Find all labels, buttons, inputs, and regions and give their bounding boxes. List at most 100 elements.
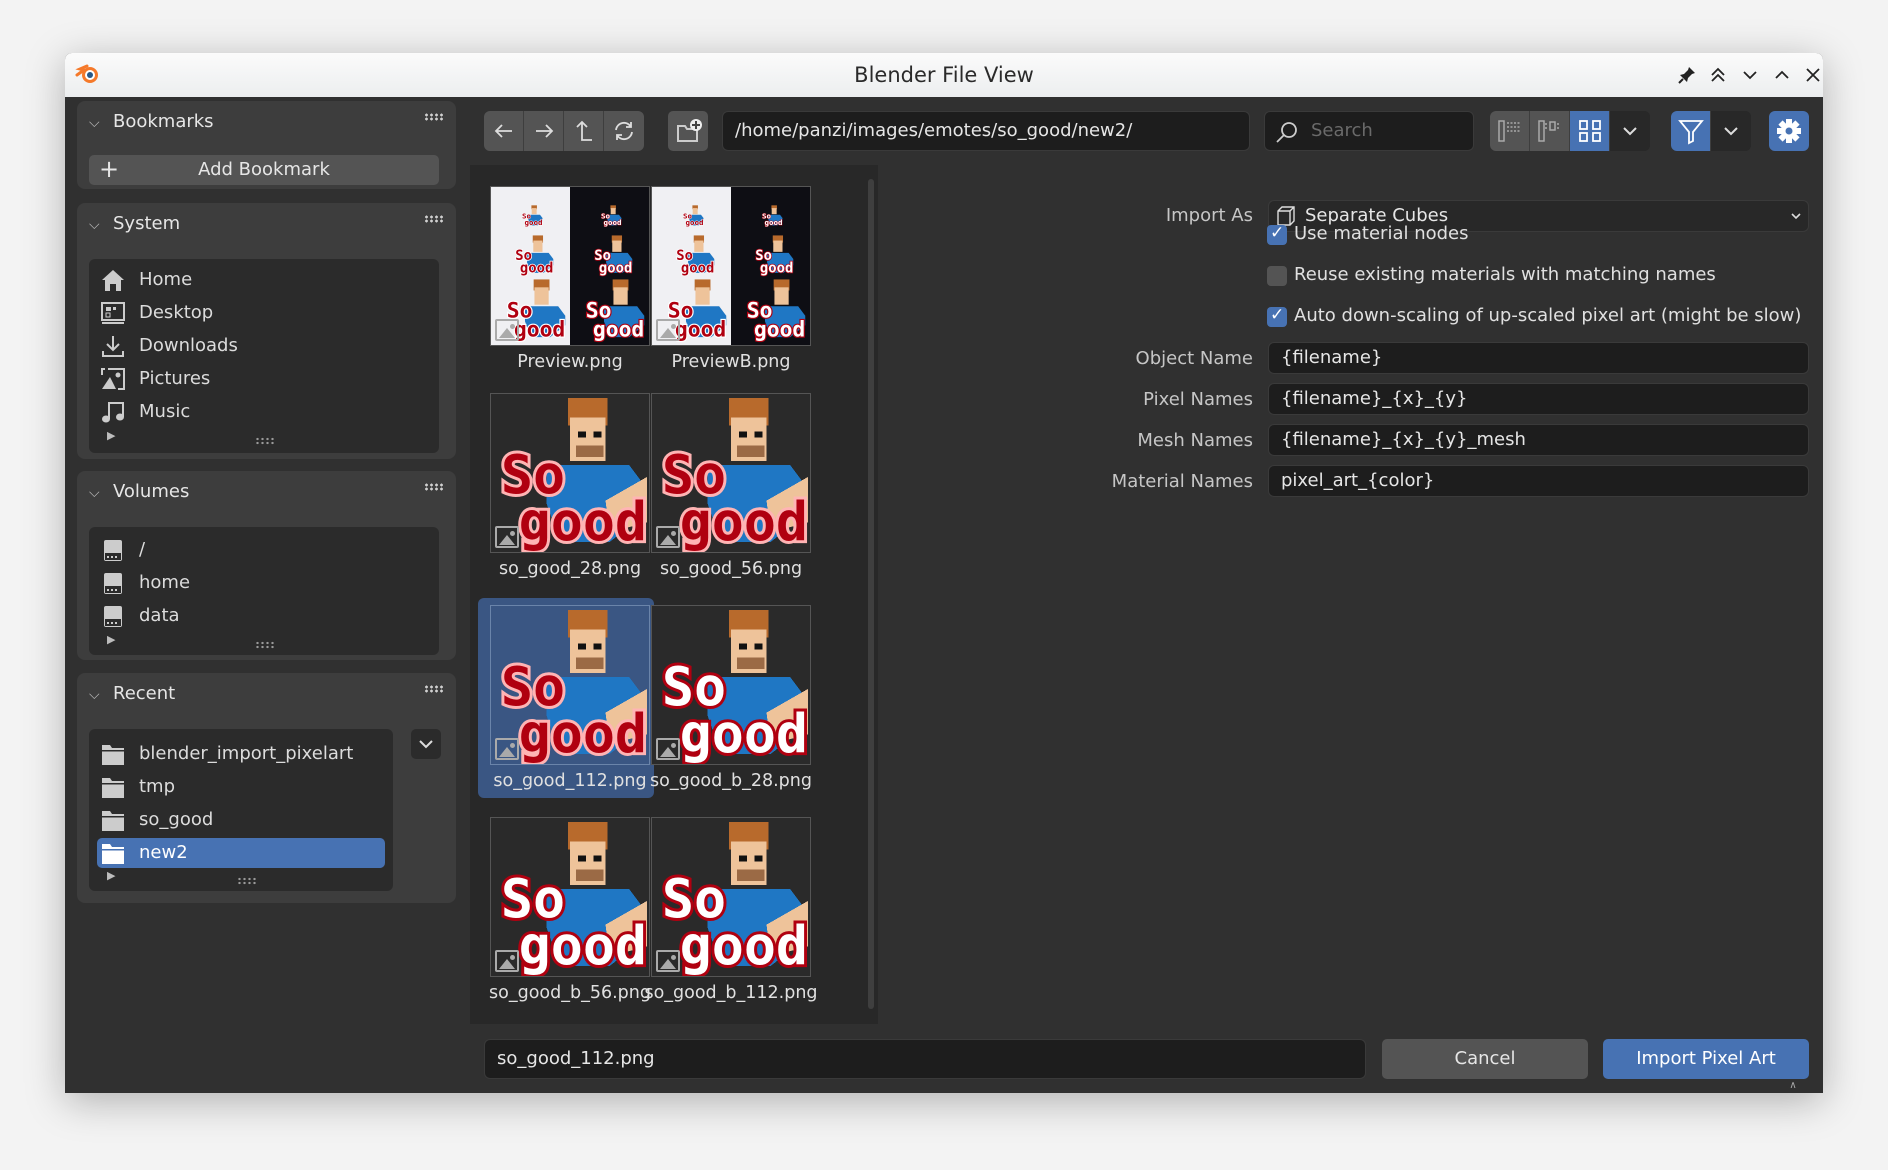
home-icon [102,270,124,291]
chevron-down-icon [1791,213,1801,220]
horizontal-list-button[interactable] [1530,111,1570,151]
use-material-nodes-label: Use material nodes [1294,223,1469,244]
expand-list-icon[interactable]: ▶ [107,633,115,646]
filter-toggle-button[interactable] [1671,111,1711,151]
expand-list-icon[interactable]: ▶ [107,869,115,882]
file-list-scrollbar[interactable] [868,179,874,1009]
file-thumbnail[interactable]: So good [651,605,811,765]
mesh-names-input[interactable]: {filename}_{x}_{y}_mesh [1268,424,1809,456]
display-settings-dropdown[interactable] [1610,111,1650,151]
search-placeholder: Search [1311,120,1373,141]
system-item-home[interactable]: Home [97,265,431,295]
file-thumbnail[interactable]: So good [490,605,650,765]
system-list: Home Desktop Downloads Pictures Music ▶ [89,259,439,453]
file-thumbnail[interactable]: So good So good So good So good So good So good [490,186,650,346]
thumbnails-button[interactable] [1570,111,1610,151]
pixel-names-input[interactable]: {filename}_{x}_{y} [1268,383,1809,415]
recent-menu-button[interactable] [411,729,441,759]
file-name-label[interactable]: so_good_b_112.png [636,983,826,1003]
system-item-pictures[interactable]: Pictures [97,364,431,394]
file-name-label[interactable]: PreviewB.png [636,352,826,372]
file-name-label[interactable]: so_good_56.png [636,559,826,579]
filename-input[interactable]: so_good_112.png [484,1039,1366,1079]
import-pixel-art-button[interactable]: Import Pixel Art [1603,1039,1809,1079]
bookmarks-title: Bookmarks [113,111,214,132]
system-item-music[interactable]: Music [97,397,431,427]
recent-item-active[interactable]: new2 [97,838,385,868]
drag-grip-icon[interactable] [424,113,444,121]
refresh-button[interactable] [604,111,644,151]
volumes-title: Volumes [113,481,190,502]
auto-downscale-label: Auto down-scaling of up-scaled pixel art… [1294,305,1802,326]
settings-button[interactable] [1769,111,1809,151]
back-button[interactable] [484,111,524,151]
volume-item[interactable]: data [97,601,431,631]
region-expand-icon[interactable]: ∧ [1785,1080,1801,1092]
recent-item-label: new2 [139,842,188,863]
recent-item-label: tmp [139,776,176,797]
filter-icon [1677,120,1704,145]
import-as-label: Import As [1165,205,1253,226]
recent-item[interactable]: tmp [97,772,385,802]
system-item-label: Desktop [139,302,214,323]
volume-item[interactable]: / [97,535,431,565]
forward-button[interactable] [524,111,564,151]
filter-settings-dropdown[interactable] [1711,111,1751,151]
svg-text:good: good [764,218,782,227]
close-icon[interactable] [1801,63,1823,87]
chevron-down-icon: ⌵ [89,485,100,501]
new-folder-button[interactable] [668,111,708,151]
disk-icon [104,606,122,627]
volumes-header[interactable]: ⌵ Volumes [89,481,189,502]
recent-header[interactable]: ⌵ Recent [89,683,175,704]
drag-grip-icon[interactable] [424,215,444,223]
svg-text:good: good [593,317,644,342]
download-icon [102,336,124,357]
volume-item[interactable]: home [97,568,431,598]
object-name-input[interactable]: {filename} [1268,342,1809,374]
auto-downscale-checkbox[interactable] [1267,305,1287,327]
reuse-materials-checkbox[interactable] [1267,266,1287,286]
file-thumbnail[interactable]: So good So good So good So good So good So good [651,186,811,346]
svg-text:good: good [520,260,553,276]
keep-above-icon[interactable] [1706,63,1730,87]
recent-list: blender_import_pixelart tmp so_good new2… [89,729,393,891]
music-icon [102,402,124,423]
system-item-desktop[interactable]: Desktop [97,298,431,328]
resize-grip-icon[interactable] [237,877,257,885]
svg-text:good: good [754,317,805,342]
recent-item[interactable]: so_good [97,805,385,835]
recent-item[interactable]: blender_import_pixelart [97,739,385,769]
drag-grip-icon[interactable] [424,685,444,693]
list-horizontal-icon [1537,120,1559,142]
cancel-button[interactable]: Cancel [1382,1039,1588,1079]
reuse-materials-label: Reuse existing materials with matching n… [1294,264,1716,285]
search-input[interactable]: Search [1264,111,1474,151]
file-thumbnail[interactable]: So good [651,393,811,553]
chevron-down-icon: ⌵ [89,217,100,233]
bookmarks-header[interactable]: ⌵ Bookmarks [89,111,214,132]
add-bookmark-button[interactable]: + Add Bookmark [89,155,439,185]
maximize-icon[interactable] [1770,63,1794,87]
file-name-label[interactable]: so_good_b_28.png [636,771,826,791]
image-file-icon [495,526,519,548]
drag-grip-icon[interactable] [424,483,444,491]
vertical-list-button[interactable] [1490,111,1530,151]
resize-grip-icon[interactable] [255,437,275,445]
pin-icon[interactable] [1675,63,1699,87]
file-thumbnail[interactable]: So good [490,817,650,977]
use-material-nodes-checkbox[interactable] [1267,223,1287,245]
file-thumbnail[interactable]: So good [651,817,811,977]
parent-directory-button[interactable] [564,111,604,151]
refresh-icon [615,121,633,141]
system-item-downloads[interactable]: Downloads [97,331,431,361]
material-names-input[interactable]: pixel_art_{color} [1268,465,1809,497]
resize-grip-icon[interactable] [255,641,275,649]
expand-list-icon[interactable]: ▶ [107,429,115,442]
new-folder-icon [677,119,702,142]
file-thumbnail[interactable]: So good [490,393,650,553]
svg-text:good: good [675,317,726,342]
system-header[interactable]: ⌵ System [89,213,180,234]
directory-path-input[interactable]: /home/panzi/images/emotes/so_good/new2/ [722,111,1250,151]
minimize-icon[interactable] [1738,63,1762,87]
